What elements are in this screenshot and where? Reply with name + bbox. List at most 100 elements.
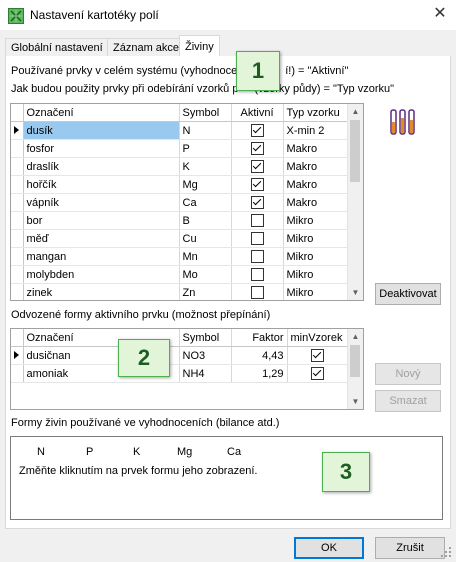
element-form-p[interactable]: P xyxy=(86,446,93,458)
element-symbol-cell[interactable]: K xyxy=(179,157,232,176)
active-elements-grid[interactable]: Označení Symbol Aktivní Typ vzorku dusík… xyxy=(10,103,364,301)
active-checkbox[interactable] xyxy=(250,196,264,209)
element-sample-type-cell[interactable]: Makro xyxy=(283,157,348,176)
delete-form-button[interactable]: Smazat xyxy=(375,390,441,412)
derived-forms-grid[interactable]: Označení Symbol Faktor minVzorek dusična… xyxy=(10,328,364,410)
cancel-button[interactable]: Zrušit xyxy=(375,537,445,559)
tab-nutrients[interactable]: Živiny xyxy=(179,35,220,58)
element-symbol-cell[interactable]: Mn xyxy=(179,247,232,266)
element-name-cell[interactable]: zinek xyxy=(23,283,180,300)
close-icon[interactable]: ✕ xyxy=(430,4,450,24)
element-symbol-cell[interactable]: Zn xyxy=(179,283,232,300)
element-row[interactable]: draslík K Makro xyxy=(11,157,348,176)
forms-vertical-scrollbar[interactable]: ▲ ▼ xyxy=(347,329,363,409)
column-header-active[interactable]: Aktivní xyxy=(231,104,284,122)
element-row[interactable]: měď Cu Mikro xyxy=(11,229,348,248)
active-checkbox[interactable] xyxy=(250,268,264,281)
element-sample-type-cell[interactable]: Mikro xyxy=(283,247,348,266)
form-symbol-cell[interactable]: NH4 xyxy=(179,364,232,383)
form-factor-cell[interactable]: 1,29 xyxy=(231,364,288,383)
form-row[interactable]: dusičnan NO3 4,43 xyxy=(11,346,348,365)
form-symbol-cell[interactable]: NO3 xyxy=(179,346,232,365)
element-name-cell[interactable]: měď xyxy=(23,229,180,248)
scroll-up-icon[interactable]: ▲ xyxy=(348,104,363,119)
column-header-name[interactable]: Označení xyxy=(23,104,180,122)
active-checkbox[interactable] xyxy=(250,178,264,191)
element-sample-type-cell[interactable]: Mikro xyxy=(283,265,348,284)
element-active-cell[interactable] xyxy=(231,247,284,266)
element-active-cell[interactable] xyxy=(231,283,284,300)
element-form-k[interactable]: K xyxy=(133,446,140,458)
tab-action-record[interactable]: Záznam akce xyxy=(107,38,186,57)
active-checkbox[interactable] xyxy=(250,232,264,245)
element-active-cell[interactable] xyxy=(231,121,284,140)
element-form-mg[interactable]: Mg xyxy=(177,446,192,458)
element-name-cell[interactable]: fosfor xyxy=(23,139,180,158)
column-header-form-symbol[interactable]: Symbol xyxy=(179,329,232,347)
new-form-button[interactable]: Nový xyxy=(375,363,441,385)
scroll-thumb[interactable] xyxy=(350,345,360,377)
scroll-down-icon[interactable]: ▼ xyxy=(348,394,363,409)
active-checkbox[interactable] xyxy=(250,124,264,137)
column-header-min-sample[interactable]: minVzorek xyxy=(287,329,348,347)
column-header-symbol[interactable]: Symbol xyxy=(179,104,232,122)
element-active-cell[interactable] xyxy=(231,265,284,284)
element-row[interactable]: vápník Ca Makro xyxy=(11,193,348,212)
element-name-cell[interactable]: mangan xyxy=(23,247,180,266)
active-checkbox[interactable] xyxy=(250,250,264,263)
scroll-down-icon[interactable]: ▼ xyxy=(348,285,363,300)
form-factor-cell[interactable]: 4,43 xyxy=(231,346,288,365)
scroll-thumb[interactable] xyxy=(350,120,360,182)
element-form-n[interactable]: N xyxy=(37,446,45,458)
ok-button[interactable]: OK xyxy=(294,537,364,559)
elements-vertical-scrollbar[interactable]: ▲ ▼ xyxy=(347,104,363,300)
column-header-factor[interactable]: Faktor xyxy=(231,329,288,347)
deactivate-button[interactable]: Deaktivovat xyxy=(375,283,441,305)
form-row[interactable]: amoniak NH4 1,29 xyxy=(11,364,348,383)
element-active-cell[interactable] xyxy=(231,139,284,158)
scroll-up-icon[interactable]: ▲ xyxy=(348,329,363,344)
element-symbol-cell[interactable]: Ca xyxy=(179,193,232,212)
active-checkbox[interactable] xyxy=(250,286,264,299)
element-row[interactable]: mangan Mn Mikro xyxy=(11,247,348,266)
element-name-cell[interactable]: molybden xyxy=(23,265,180,284)
element-symbol-cell[interactable]: Cu xyxy=(179,229,232,248)
element-symbol-cell[interactable]: B xyxy=(179,211,232,230)
element-sample-type-cell[interactable]: Makro xyxy=(283,175,348,194)
element-active-cell[interactable] xyxy=(231,175,284,194)
element-row[interactable]: bor B Mikro xyxy=(11,211,348,230)
form-min-sample-cell[interactable] xyxy=(287,346,348,365)
element-sample-type-cell[interactable]: Mikro xyxy=(283,283,348,300)
resize-grip-icon[interactable] xyxy=(440,546,452,558)
min-sample-checkbox[interactable] xyxy=(310,349,324,362)
element-sample-type-cell[interactable]: X-min 2 xyxy=(283,121,348,140)
element-sample-type-cell[interactable]: Makro xyxy=(283,139,348,158)
element-sample-type-cell[interactable]: Mikro xyxy=(283,229,348,248)
element-row[interactable]: fosfor P Makro xyxy=(11,139,348,158)
active-checkbox[interactable] xyxy=(250,160,264,173)
element-active-cell[interactable] xyxy=(231,211,284,230)
element-symbol-cell[interactable]: Mo xyxy=(179,265,232,284)
element-row[interactable]: molybden Mo Mikro xyxy=(11,265,348,284)
element-row[interactable]: dusík N X-min 2 xyxy=(11,121,348,140)
element-active-cell[interactable] xyxy=(231,229,284,248)
nutrient-forms-box[interactable]: N P K Mg Ca Změňte kliknutím na prvek fo… xyxy=(10,436,443,520)
form-min-sample-cell[interactable] xyxy=(287,364,348,383)
element-form-ca[interactable]: Ca xyxy=(227,446,241,458)
tab-global-settings[interactable]: Globální nastavení xyxy=(5,38,109,57)
column-header-sample-type[interactable]: Typ vzorku xyxy=(283,104,348,122)
min-sample-checkbox[interactable] xyxy=(310,367,324,380)
active-checkbox[interactable] xyxy=(250,214,264,227)
element-active-cell[interactable] xyxy=(231,157,284,176)
element-symbol-cell[interactable]: N xyxy=(179,121,232,140)
element-row[interactable]: hořčík Mg Makro xyxy=(11,175,348,194)
element-active-cell[interactable] xyxy=(231,193,284,212)
element-sample-type-cell[interactable]: Mikro xyxy=(283,211,348,230)
element-row[interactable]: zinek Zn Mikro xyxy=(11,283,348,300)
element-name-cell[interactable]: bor xyxy=(23,211,180,230)
element-sample-type-cell[interactable]: Makro xyxy=(283,193,348,212)
element-name-cell[interactable]: hořčík xyxy=(23,175,180,194)
element-name-cell[interactable]: dusík xyxy=(23,121,180,140)
element-symbol-cell[interactable]: P xyxy=(179,139,232,158)
element-name-cell[interactable]: vápník xyxy=(23,193,180,212)
